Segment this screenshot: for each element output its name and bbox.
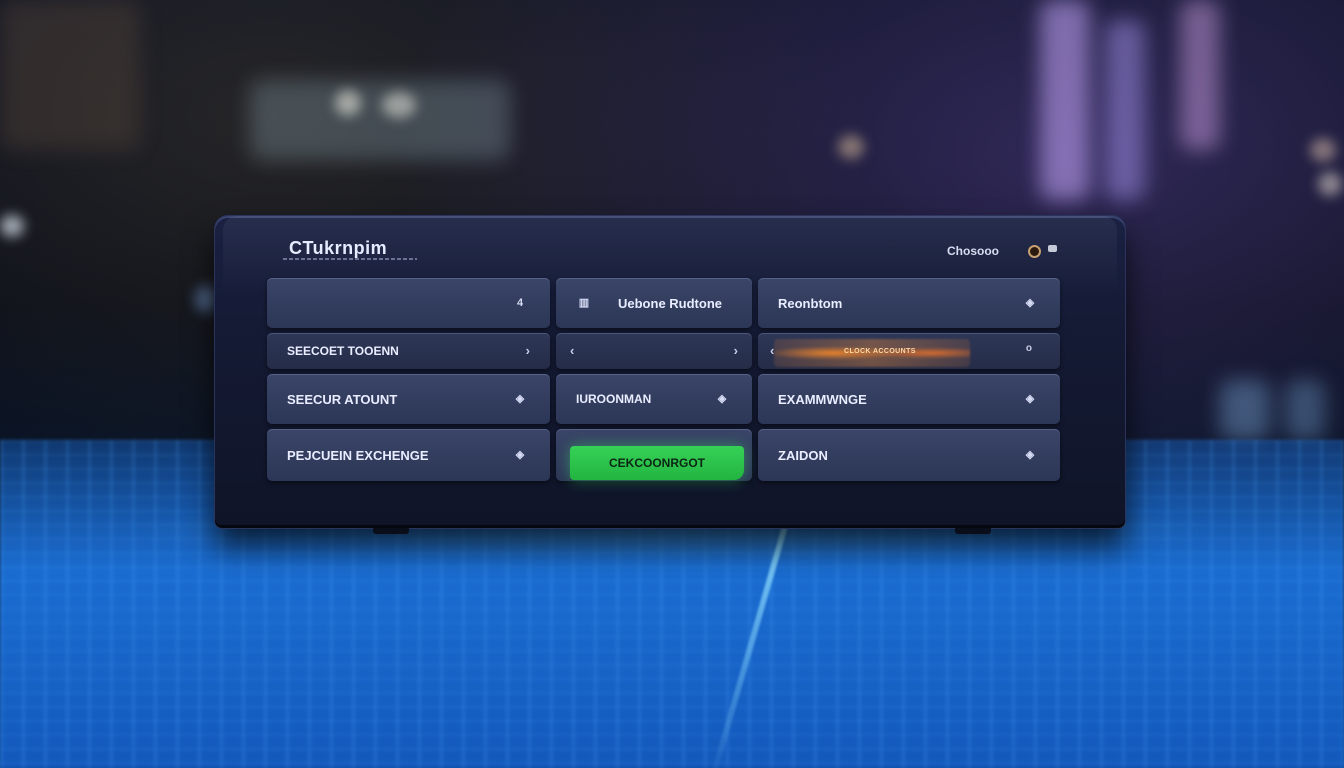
status-icon[interactable] — [1028, 245, 1041, 258]
highlight-label: CLOCK ACCOUNTS — [844, 348, 916, 355]
selector-bar[interactable]: ‹ CLOCK ACCOUNTS o — [758, 333, 1060, 369]
bokeh — [1310, 138, 1336, 162]
bg-pillar-light — [1040, 0, 1090, 200]
selector-bar[interactable]: SEECOET TOOENN › — [267, 333, 550, 369]
confirm-button[interactable]: CEKCOONRGOT — [570, 446, 744, 480]
grid-button[interactable]: EXAMMWNGE ◈ — [758, 374, 1060, 424]
bokeh — [1318, 172, 1342, 196]
menu-icon[interactable] — [1048, 245, 1057, 252]
top-right-label[interactable]: Chosooo — [947, 244, 999, 258]
bg-light — [1220, 380, 1270, 440]
chevron-left-icon[interactable]: ‹ — [570, 343, 574, 358]
grid-button-icon: ◈ — [717, 393, 727, 405]
trading-device: CTukrnpim Chosooo 4 ▥ Uebone Rudtone Reo… — [214, 215, 1126, 534]
chevron-right-icon[interactable]: › — [526, 343, 530, 358]
bg-light — [1285, 380, 1325, 440]
grid-button-label: SEECUR ATOUNT — [287, 391, 398, 407]
bokeh — [838, 135, 864, 159]
grid-button-icon: ◈ — [1025, 449, 1035, 461]
device-foot — [373, 528, 409, 534]
button-grid: 4 ▥ Uebone Rudtone Reonbtom ◈ SEECOET TO… — [267, 278, 1061, 482]
grid-button-label: PEJCUEIN EXCHENGE — [287, 447, 429, 463]
grid-button[interactable]: PEJCUEIN EXCHENGE ◈ — [267, 429, 550, 481]
brand-logo: CTukrnpim — [289, 238, 388, 258]
bg-window-light — [0, 0, 140, 150]
grid-button[interactable]: IUROONMAN ◈ — [556, 374, 752, 424]
grid-button-label: IUROONMAN — [576, 392, 652, 406]
grid-button-icon: ◈ — [515, 393, 525, 405]
grid-button[interactable]: Reonbtom ◈ — [758, 278, 1060, 328]
brand-tagline — [283, 258, 417, 260]
grid-button[interactable]: ZAIDON ◈ — [758, 429, 1060, 481]
bokeh — [0, 215, 24, 237]
grid-cell: CEKCOONRGOT — [556, 429, 752, 481]
grid-button[interactable]: SEECUR ATOUNT ◈ — [267, 374, 550, 424]
grid-button-icon: ◈ — [1025, 297, 1035, 309]
grid-button-icon: ◈ — [1025, 393, 1035, 405]
bg-pillar-light — [1105, 20, 1145, 200]
grid-button-label: EXAMMWNGE — [778, 391, 867, 407]
grid-button-label: ZAIDON — [778, 447, 828, 463]
grid-button-icon: ◈ — [515, 449, 525, 461]
bg-pillar-light — [1180, 0, 1220, 150]
bokeh — [382, 92, 416, 118]
chevron-right-icon[interactable]: › — [734, 343, 738, 358]
grid-button-label: Reonbtom — [778, 295, 843, 311]
device-foot — [955, 528, 991, 534]
grid-button-icon: 4 — [516, 297, 524, 309]
bokeh — [335, 90, 361, 116]
bg-window-light — [250, 80, 510, 160]
scene: CTukrnpim Chosooo 4 ▥ Uebone Rudtone Reo… — [0, 0, 1344, 768]
selector-bar[interactable]: ‹ › — [556, 333, 752, 369]
dot-icon[interactable]: o — [1026, 343, 1032, 354]
grid-button[interactable]: ▥ Uebone Rudtone — [556, 278, 752, 328]
chart-icon: ▥ — [578, 297, 590, 309]
grid-button[interactable]: 4 — [267, 278, 550, 328]
selector-label: SEECOET TOOENN — [287, 344, 399, 358]
